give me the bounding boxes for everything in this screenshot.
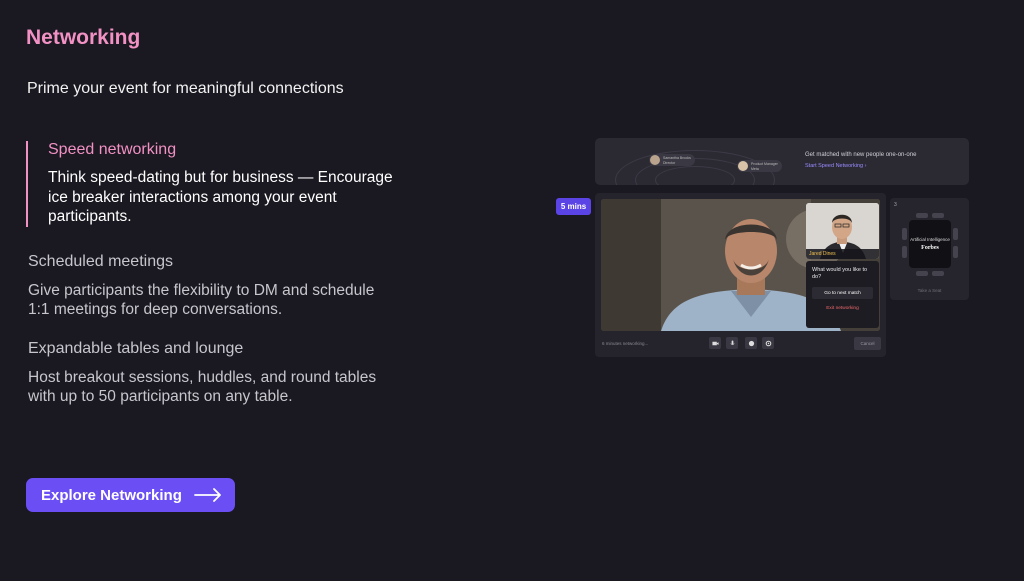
- self-name-label: Jared Dines: [806, 249, 879, 259]
- feature-speed-networking[interactable]: Speed networking Think speed-dating but …: [26, 141, 396, 227]
- mic-icon[interactable]: [726, 337, 738, 349]
- prompt-question: What would you like to do?: [812, 267, 868, 280]
- page-subtitle: Prime your event for meaningful connecti…: [27, 80, 344, 97]
- feature-list: Speed networking Think speed-dating but …: [26, 138, 396, 427]
- seat[interactable]: [902, 228, 907, 240]
- participant-chip: Samantha Brooks Director: [649, 154, 695, 166]
- explore-networking-button[interactable]: Explore Networking: [26, 478, 235, 512]
- camera-icon[interactable]: [709, 337, 721, 349]
- next-match-button[interactable]: Go to next match: [812, 287, 873, 299]
- page-title: Networking: [26, 26, 141, 49]
- cancel-button[interactable]: Cancel: [854, 337, 881, 350]
- take-seat-link[interactable]: Take a Seat: [890, 288, 969, 293]
- table-number: 3: [894, 202, 897, 208]
- arrow-right-icon: [193, 488, 221, 502]
- seat[interactable]: [953, 246, 958, 258]
- chat-icon[interactable]: [745, 337, 757, 349]
- feature-description: Think speed-dating but for business — En…: [48, 169, 393, 225]
- forbes-logo: Forbes: [921, 245, 939, 252]
- call-controls: 6 minutes networking... Cancel: [595, 335, 886, 355]
- feature-title: Scheduled meetings: [28, 252, 173, 270]
- seat[interactable]: [902, 246, 907, 258]
- self-video-tile: Jared Dines: [806, 203, 879, 259]
- seat[interactable]: [916, 213, 928, 218]
- chip-role: Director: [663, 160, 676, 165]
- avatar: [738, 161, 748, 171]
- feature-title: Expandable tables and lounge: [28, 339, 244, 357]
- feature-title: Speed networking: [48, 141, 177, 158]
- table-topic: Artificial Intelligence: [910, 236, 950, 242]
- speed-networking-card: Samantha Brooks Director Product Manager…: [595, 138, 969, 185]
- link-label: Start Speed Networking: [805, 163, 864, 169]
- seat[interactable]: [953, 228, 958, 240]
- match-title: Get matched with new people one-on-one: [805, 152, 917, 158]
- call-status: 6 minutes networking...: [602, 341, 649, 346]
- next-action-prompt: What would you like to do? Go to next ma…: [806, 261, 879, 328]
- start-speed-networking-link[interactable]: Start Speed Networking ›: [805, 163, 866, 169]
- seat[interactable]: [932, 213, 944, 218]
- chip-name: Product Manager: [751, 161, 778, 166]
- feature-tables-lounge[interactable]: Expandable tables and lounge Host breako…: [26, 340, 396, 407]
- participant-chip: Product Manager Meta: [737, 160, 782, 172]
- feature-description: Host breakout sessions, huddles, and rou…: [28, 368, 377, 406]
- chip-name: Samantha Brooks: [663, 155, 691, 160]
- feature-description: Give participants the flexibility to DM …: [28, 281, 375, 319]
- table-card[interactable]: Artificial Intelligence Forbes: [909, 220, 951, 268]
- avatar: [650, 155, 660, 165]
- cta-label: Explore Networking: [41, 486, 182, 504]
- seat[interactable]: [932, 271, 944, 276]
- networking-table-panel: 3 Artificial Intelligence Forbes Take a …: [890, 198, 969, 300]
- chevron-right-icon: ›: [864, 163, 867, 169]
- seat[interactable]: [916, 271, 928, 276]
- settings-icon[interactable]: [762, 337, 774, 349]
- feature-scheduled-meetings[interactable]: Scheduled meetings Give participants the…: [26, 253, 396, 320]
- chip-role: Meta: [751, 166, 759, 171]
- exit-networking-button[interactable]: Exit networking: [812, 303, 873, 313]
- timer-badge: 5 mins: [556, 198, 591, 215]
